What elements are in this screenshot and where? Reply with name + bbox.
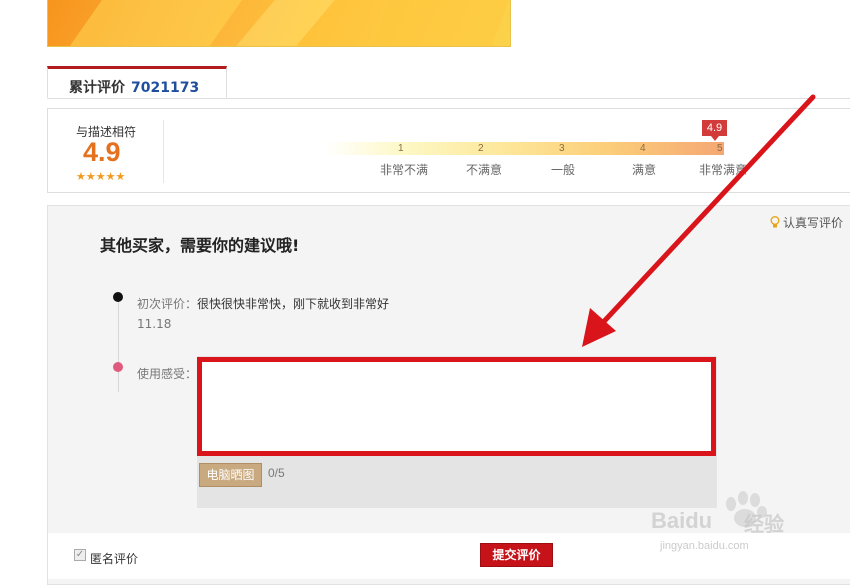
- scale-number-4: 4: [640, 143, 646, 154]
- scale-number-2: 2: [478, 143, 484, 154]
- panel-title: 其他买家，需要你的建议哦!: [100, 236, 300, 255]
- upload-photo-button[interactable]: 电脑晒图: [199, 463, 262, 487]
- watermark-brand-cn: 经验: [744, 512, 784, 536]
- first-review-date: 11.18: [137, 317, 172, 331]
- lightbulb-icon: [770, 216, 780, 229]
- score-badge-pointer: [711, 136, 719, 141]
- timeline-dot-first: [113, 292, 123, 302]
- rating-score: 4.9: [83, 137, 121, 167]
- watermark-brand: Baidu: [651, 508, 713, 533]
- review-count: 7021173: [131, 80, 200, 96]
- scale-label-2: 不满意: [466, 163, 503, 177]
- banner-image: [47, 0, 511, 47]
- submit-review-button[interactable]: 提交评价: [480, 543, 553, 567]
- scale-number-3: 3: [559, 143, 565, 154]
- scale-label-5: 非常满意: [699, 163, 748, 177]
- rating-scale-bar: [324, 142, 724, 155]
- tab-reviews-label: 累计评价 7021173: [69, 77, 199, 97]
- watermark-url: jingyan.baidu.com: [660, 540, 749, 552]
- timeline-dot-usage: [113, 362, 123, 372]
- scale-number-5: 5: [717, 143, 723, 154]
- tab-reviews-title: 累计评价: [69, 80, 125, 96]
- score-badge: 4.9: [702, 120, 727, 136]
- scale-label-1: 非常不满: [380, 163, 429, 177]
- anonymous-label: 匿名评价: [90, 552, 139, 566]
- divider: [163, 120, 164, 183]
- scale-label-3: 一般: [551, 163, 576, 177]
- first-review: 初次评价：很快很快非常快，刚下就收到非常好: [137, 295, 389, 312]
- anonymous-checkbox[interactable]: ✓: [74, 549, 86, 561]
- photo-counter: 0/5: [268, 466, 285, 480]
- first-review-label: 初次评价：: [137, 297, 198, 311]
- writing-tip-label: 认真写评价: [783, 216, 844, 230]
- rating-stars: ★★★★★: [76, 170, 126, 183]
- usage-label: 使用感受：: [137, 367, 198, 381]
- usage-review-input[interactable]: [197, 357, 716, 456]
- timeline-line: [118, 297, 119, 392]
- scale-label-4: 满意: [632, 163, 657, 177]
- scale-number-1: 1: [398, 143, 404, 154]
- first-review-text: 很快很快非常快，刚下就收到非常好: [197, 297, 390, 311]
- tab-underline: [47, 98, 850, 99]
- writing-tip[interactable]: 认真写评价: [770, 214, 843, 231]
